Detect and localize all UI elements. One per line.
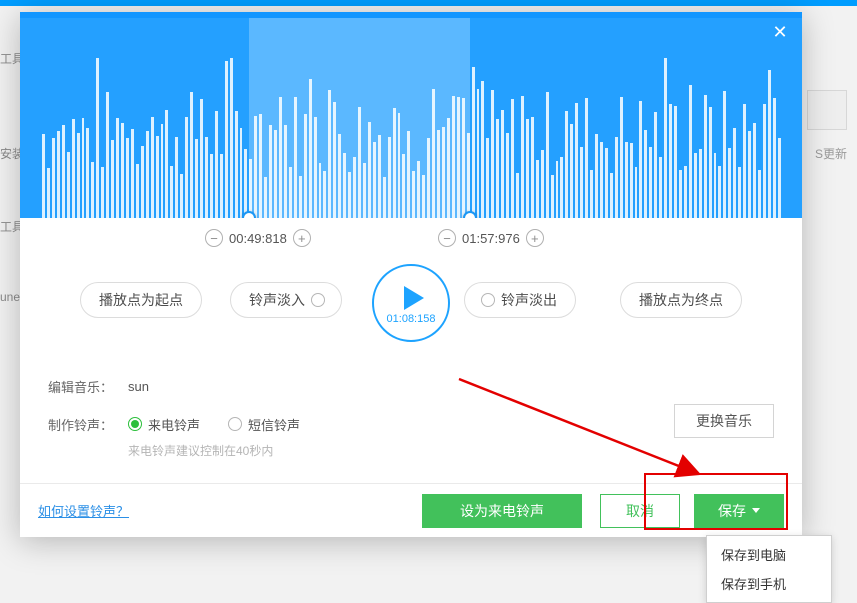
range-handle-start[interactable]: [242, 211, 256, 218]
fade-out-toggle[interactable]: 铃声淡出: [464, 282, 576, 318]
controls-row: 播放点为起点 铃声淡入 01:08:158 铃声淡出 播放点为终点: [20, 258, 802, 348]
bg-thumbnail: [807, 90, 847, 130]
fade-in-label: 铃声淡入: [249, 290, 305, 310]
app-top-bar: [0, 0, 857, 6]
waveform-area[interactable]: ✕: [20, 12, 802, 218]
time-row: − 00:49:818 + − 01:57:976 +: [20, 218, 802, 258]
play-duration: 01:08:158: [387, 313, 436, 325]
waveform-bars: [42, 48, 780, 218]
ringtone-type-label: 制作铃声：: [48, 415, 128, 434]
set-end-button[interactable]: 播放点为终点: [620, 282, 742, 318]
bg-text-une: une: [0, 290, 20, 304]
end-time-value: 01:57:976: [462, 231, 520, 246]
ringtone-hint: 来电铃声建议控制在40秒内: [128, 442, 774, 459]
end-time-minus-icon[interactable]: −: [438, 229, 456, 247]
close-icon[interactable]: ✕: [770, 22, 790, 42]
fade-out-radio-icon: [481, 293, 495, 307]
fade-in-toggle[interactable]: 铃声淡入: [230, 282, 342, 318]
radio-checked-icon: [128, 417, 142, 431]
menu-item-save-to-phone[interactable]: 保存到手机: [707, 569, 831, 598]
set-as-ringtone-button[interactable]: 设为来电铃声: [422, 494, 582, 528]
set-start-label: 播放点为起点: [99, 290, 183, 310]
range-handle-end[interactable]: [463, 211, 477, 218]
save-dropdown-menu: 保存到电脑 保存到手机: [706, 535, 832, 603]
fade-out-label: 铃声淡出: [501, 290, 557, 310]
start-time-minus-icon[interactable]: −: [205, 229, 223, 247]
ringtone-editor-dialog: ✕ − 00:49:818 + − 01:57:976 + 播放点为起点 铃声淡…: [20, 12, 802, 537]
chevron-down-icon: [752, 508, 760, 513]
radio-sms-label: 短信铃声: [248, 415, 300, 434]
music-name: sun: [128, 379, 149, 394]
dialog-footer: 如何设置铃声？ 设为来电铃声 取消 保存: [20, 483, 802, 537]
menu-item-save-to-pc[interactable]: 保存到电脑: [707, 540, 831, 569]
set-as-ringtone-label: 设为来电铃声: [460, 501, 544, 521]
end-time-plus-icon[interactable]: +: [526, 229, 544, 247]
cancel-label: 取消: [626, 501, 654, 521]
start-time-value: 00:49:818: [229, 231, 287, 246]
music-label: 编辑音乐：: [48, 377, 128, 396]
set-end-label: 播放点为终点: [639, 290, 723, 310]
fade-in-radio-icon: [311, 293, 325, 307]
save-button[interactable]: 保存: [694, 494, 784, 528]
change-music-button[interactable]: 更换音乐: [674, 404, 774, 438]
play-icon: [404, 286, 424, 310]
set-start-button[interactable]: 播放点为起点: [80, 282, 202, 318]
cancel-button[interactable]: 取消: [600, 494, 680, 528]
start-time-plus-icon[interactable]: +: [293, 229, 311, 247]
bg-text-update: S更新: [815, 145, 847, 162]
radio-call-ringtone[interactable]: 来电铃声: [128, 415, 200, 434]
play-button[interactable]: 01:08:158: [372, 264, 450, 342]
radio-sms-ringtone[interactable]: 短信铃声: [228, 415, 300, 434]
save-label: 保存: [718, 501, 746, 521]
radio-call-label: 来电铃声: [148, 415, 200, 434]
radio-unchecked-icon: [228, 417, 242, 431]
help-link[interactable]: 如何设置铃声？: [38, 501, 129, 520]
change-music-label: 更换音乐: [696, 411, 752, 431]
